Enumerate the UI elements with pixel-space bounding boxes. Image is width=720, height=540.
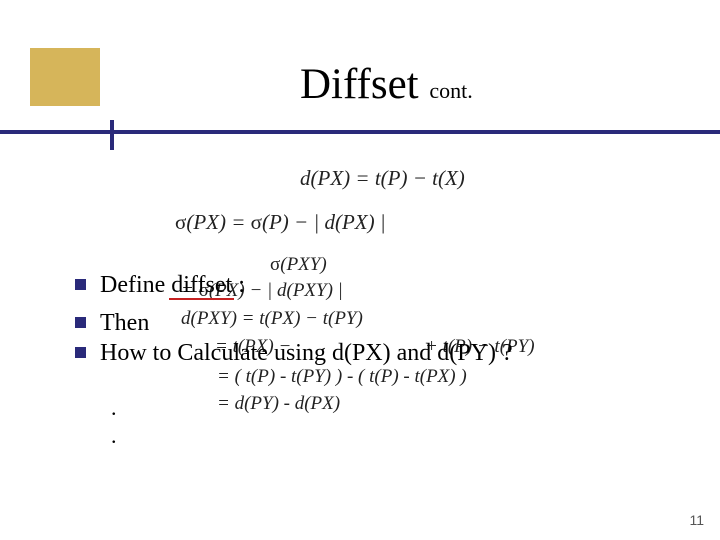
formula-def: d(PX) = t(P) − t(X) xyxy=(300,166,465,191)
title-sub: cont. xyxy=(429,78,472,103)
formula-dpxy: d(PXY) = t(PX) − t(PY) xyxy=(181,308,363,330)
bullet-define-pre: Define xyxy=(100,272,171,298)
page-number: 11 xyxy=(689,512,704,528)
bullet-icon xyxy=(75,317,86,328)
bullet-define-post: : xyxy=(232,272,245,298)
formula-sigma-px: σ(PX) = σ(P) − | d(PX) | xyxy=(175,210,386,235)
bullet-then-text: Then xyxy=(100,310,149,336)
bullet-how: How to Calculate using d(PX) and d(PY) ?… xyxy=(75,340,695,449)
formula-sigma-pxy-lhs: σ(PXY) xyxy=(270,254,327,276)
bullet-how-text: How to Calculate using d(PX) and d(PY) ? xyxy=(100,340,513,366)
accent-box xyxy=(30,48,100,106)
bullet-define: Define diffset : xyxy=(75,270,245,301)
ellipsis-dot: . xyxy=(111,395,695,421)
bullet-define-word: diffset xyxy=(171,272,232,298)
title-rule xyxy=(0,130,720,134)
bullet-icon xyxy=(75,347,86,358)
ellipsis-dot: . xyxy=(111,423,695,449)
bullet-icon xyxy=(75,279,86,290)
slide-title: Diffset cont. xyxy=(300,60,473,109)
bullet-then: Then xyxy=(75,308,149,339)
title-main: Diffset xyxy=(300,61,419,108)
title-rule-vertical xyxy=(110,120,114,150)
